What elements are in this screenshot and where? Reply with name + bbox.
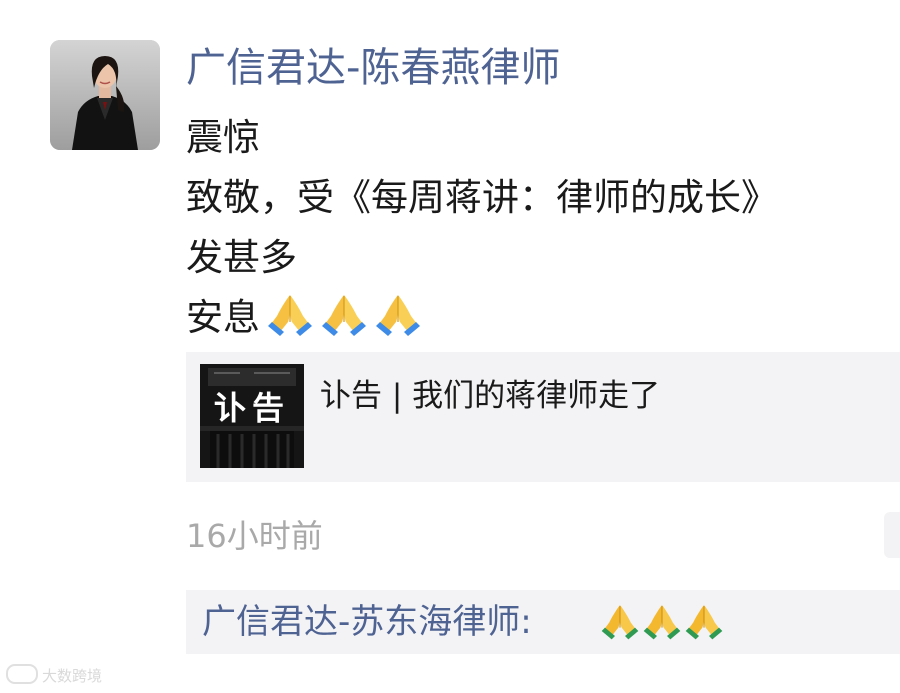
avatar[interactable] [50, 40, 160, 150]
avatar-photo [50, 40, 160, 150]
post-text: 震惊 致敬，受《每周蒋讲：律师的成长》 发甚多 安息 [186, 108, 900, 348]
folded-hands-icon [642, 602, 682, 640]
folded-hands-icon [266, 292, 314, 336]
thumbnail-text: 讣告 [214, 389, 290, 427]
watermark: 大数跨境 [6, 664, 102, 687]
more-actions-button[interactable] [884, 512, 900, 558]
post-line: 震惊 [186, 116, 260, 159]
moments-screen: 广信君达-陈春燕律师 震惊 致敬，受《每周蒋讲：律师的成长》 发甚多 安息 讣告… [0, 0, 900, 693]
watermark-logo-icon [6, 664, 38, 684]
comment-emojis [598, 602, 724, 640]
post-timestamp: 16小时前 [186, 517, 323, 555]
folded-hands-icon [684, 602, 724, 640]
post-line: 发甚多 [186, 236, 297, 279]
folded-hands-icon [600, 602, 640, 640]
author-name[interactable]: 广信君达-陈春燕律师 [186, 42, 560, 94]
folded-hands-icon [374, 292, 422, 336]
folded-hands-icon [320, 292, 368, 336]
article-thumbnail: 讣告 [200, 364, 304, 468]
watermark-text: 大数跨境 [42, 667, 103, 685]
comment-author[interactable]: 广信君达-苏东海律师: [202, 598, 532, 646]
article-title: 讣告 | 我们的蒋律师走了 [320, 378, 661, 414]
comment-box[interactable]: 广信君达-苏东海律师: [186, 590, 900, 654]
post-line-text: 安息 [186, 296, 260, 339]
post-line: 致敬，受《每周蒋讲：律师的成长》 [186, 176, 778, 219]
post-line-with-emojis: 安息 [186, 288, 900, 348]
shared-article-card[interactable]: 讣告 讣告 | 我们的蒋律师走了 [186, 352, 900, 482]
